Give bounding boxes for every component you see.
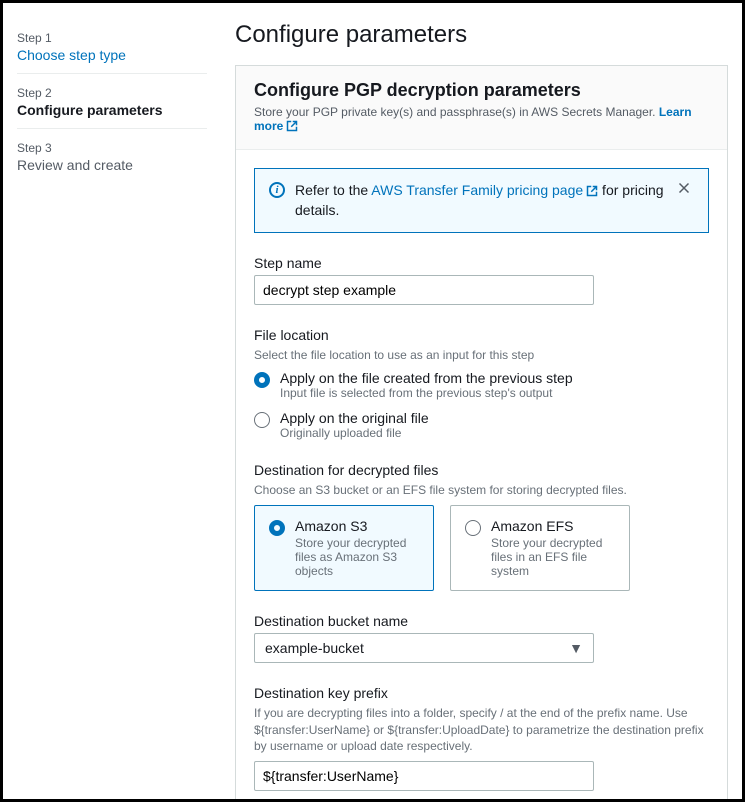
step-number: Step 2: [17, 86, 207, 100]
page-title: Configure parameters: [235, 21, 728, 49]
field-help: Select the file location to use as an in…: [254, 347, 709, 364]
file-location-field: File location Select the file location t…: [254, 327, 709, 440]
external-link-icon: [586, 181, 598, 201]
step-title: Review and create: [17, 157, 207, 173]
main-content: Configure parameters Configure PGP decry…: [207, 21, 728, 799]
radio-title: Apply on the original file: [280, 410, 429, 426]
step-title: Configure parameters: [17, 102, 207, 118]
field-label: Destination bucket name: [254, 613, 709, 629]
radio-title: Apply on the file created from the previ…: [280, 370, 573, 386]
file-location-option-original[interactable]: Apply on the original file Originally up…: [254, 410, 709, 440]
radio-sub: Originally uploaded file: [280, 426, 429, 440]
key-prefix-field: Destination key prefix If you are decryp…: [254, 685, 709, 791]
card-title: Amazon EFS: [491, 518, 615, 534]
card-sub: Store your decrypted files as Amazon S3 …: [295, 536, 419, 578]
panel-subtitle: Store your PGP private key(s) and passph…: [254, 105, 709, 133]
radio-icon[interactable]: [465, 520, 481, 536]
close-icon[interactable]: [674, 181, 694, 199]
bucket-field: Destination bucket name example-bucket ▼: [254, 613, 709, 663]
chevron-down-icon: ▼: [569, 640, 583, 656]
field-help: Choose an S3 bucket or an EFS file syste…: [254, 482, 709, 499]
field-label: Step name: [254, 255, 709, 271]
destination-card-efs[interactable]: Amazon EFS Store your decrypted files in…: [450, 505, 630, 591]
radio-icon[interactable]: [254, 372, 270, 388]
key-prefix-input[interactable]: [254, 761, 594, 791]
bucket-select[interactable]: example-bucket ▼: [254, 633, 594, 663]
sidebar-step-3: Step 3 Review and create: [17, 135, 207, 183]
field-label: Destination key prefix: [254, 685, 709, 701]
step-title[interactable]: Choose step type: [17, 47, 207, 63]
destination-card-s3[interactable]: Amazon S3 Store your decrypted files as …: [254, 505, 434, 591]
step-name-input[interactable]: [254, 275, 594, 305]
config-panel: Configure PGP decryption parameters Stor…: [235, 65, 728, 802]
select-value: example-bucket: [265, 640, 364, 656]
card-title: Amazon S3: [295, 518, 419, 534]
wizard-sidebar: Step 1 Choose step type Step 2 Configure…: [17, 21, 207, 799]
step-name-field: Step name: [254, 255, 709, 305]
panel-title: Configure PGP decryption parameters: [254, 80, 709, 101]
sidebar-step-2: Step 2 Configure parameters: [17, 80, 207, 129]
pricing-link[interactable]: AWS Transfer Family pricing page: [371, 182, 598, 198]
panel-header: Configure PGP decryption parameters Stor…: [236, 66, 727, 150]
sidebar-step-1[interactable]: Step 1 Choose step type: [17, 25, 207, 74]
external-link-icon: [286, 119, 298, 133]
radio-icon[interactable]: [254, 412, 270, 428]
step-number: Step 3: [17, 141, 207, 155]
info-message: Refer to the AWS Transfer Family pricing…: [295, 181, 664, 220]
field-label: Destination for decrypted files: [254, 462, 709, 478]
card-sub: Store your decrypted files in an EFS fil…: [491, 536, 615, 578]
field-help: If you are decrypting files into a folde…: [254, 705, 709, 755]
destination-field: Destination for decrypted files Choose a…: [254, 462, 709, 591]
file-location-option-previous[interactable]: Apply on the file created from the previ…: [254, 370, 709, 400]
step-number: Step 1: [17, 31, 207, 45]
info-banner: i Refer to the AWS Transfer Family prici…: [254, 168, 709, 233]
radio-icon[interactable]: [269, 520, 285, 536]
radio-sub: Input file is selected from the previous…: [280, 386, 573, 400]
info-icon: i: [269, 182, 285, 198]
field-label: File location: [254, 327, 709, 343]
